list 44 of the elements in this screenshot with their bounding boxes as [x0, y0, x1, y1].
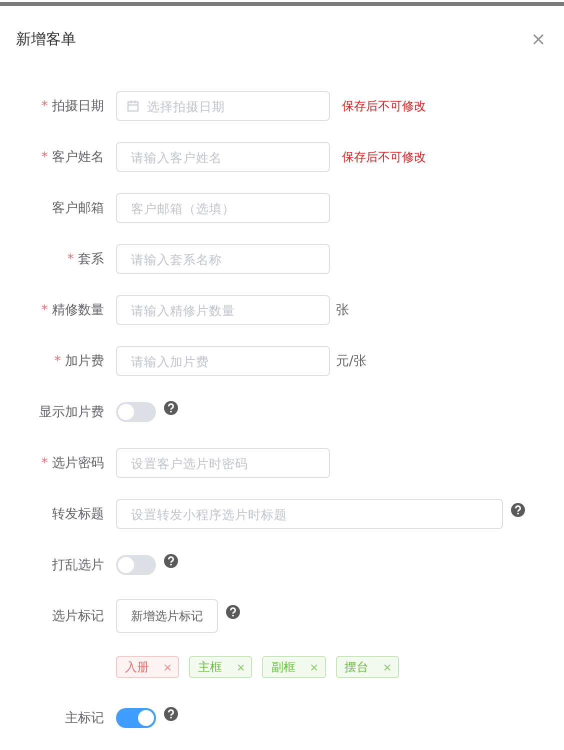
field-label: 显示加片费: [39, 405, 104, 420]
help-icon[interactable]: [164, 554, 178, 568]
remove-tag-button[interactable]: ×: [163, 660, 172, 674]
toggle-switch[interactable]: [116, 708, 156, 728]
tag: 主框 ×: [189, 656, 252, 678]
field-label: * 套系: [67, 252, 104, 267]
field-label: 打乱选片: [52, 558, 104, 573]
calendar-icon: [127, 100, 139, 112]
input-field[interactable]: 客户邮箱（选填）: [116, 193, 330, 223]
unit-label: 张: [336, 302, 349, 319]
unit-label: 元/张: [336, 353, 366, 370]
input-field[interactable]: 选择拍摄日期: [116, 91, 330, 121]
warning-note: 保存后不可修改: [342, 98, 426, 114]
tag: 入册 ×: [116, 656, 180, 678]
input-field[interactable]: 请输入精修片数量: [116, 295, 330, 325]
field-label: * 加片费: [54, 354, 104, 369]
close-button[interactable]: ×: [530, 28, 546, 50]
tag: 摆台 ×: [336, 656, 399, 678]
add-mark-button[interactable]: 新增选片标记: [116, 599, 218, 633]
field-label: * 拍摄日期: [41, 99, 104, 114]
input-field[interactable]: 设置客户选片时密码: [116, 448, 330, 478]
remove-tag-button[interactable]: ×: [382, 660, 392, 674]
warning-note: 保存后不可修改: [342, 148, 426, 166]
input-field[interactable]: 请输入套系名称: [116, 244, 330, 274]
remove-tag-button[interactable]: ×: [309, 660, 319, 674]
toggle-switch[interactable]: [116, 555, 156, 575]
tag: 副框 ×: [262, 656, 326, 678]
input-field[interactable]: 请输入客户姓名: [116, 142, 330, 172]
field-label: 主标记: [65, 711, 104, 726]
field-label: * 选片密码: [41, 456, 104, 471]
dialog-title: 新增客单: [16, 30, 76, 48]
toggle-switch[interactable]: [116, 402, 156, 422]
field-label: 转发标题: [52, 507, 104, 522]
input-field[interactable]: 请输入加片费: [116, 346, 330, 376]
remove-tag-button[interactable]: ×: [236, 660, 246, 674]
help-icon[interactable]: [164, 707, 178, 721]
field-label: 客户邮箱: [52, 201, 104, 216]
field-label: 选片标记: [52, 609, 104, 624]
help-icon[interactable]: [511, 503, 525, 517]
field-label: * 精修数量: [41, 303, 104, 318]
field-label: * 客户姓名: [41, 150, 104, 165]
help-icon[interactable]: [226, 605, 240, 619]
input-field[interactable]: 设置转发小程序选片时标题: [116, 499, 503, 529]
help-icon[interactable]: [164, 401, 178, 415]
